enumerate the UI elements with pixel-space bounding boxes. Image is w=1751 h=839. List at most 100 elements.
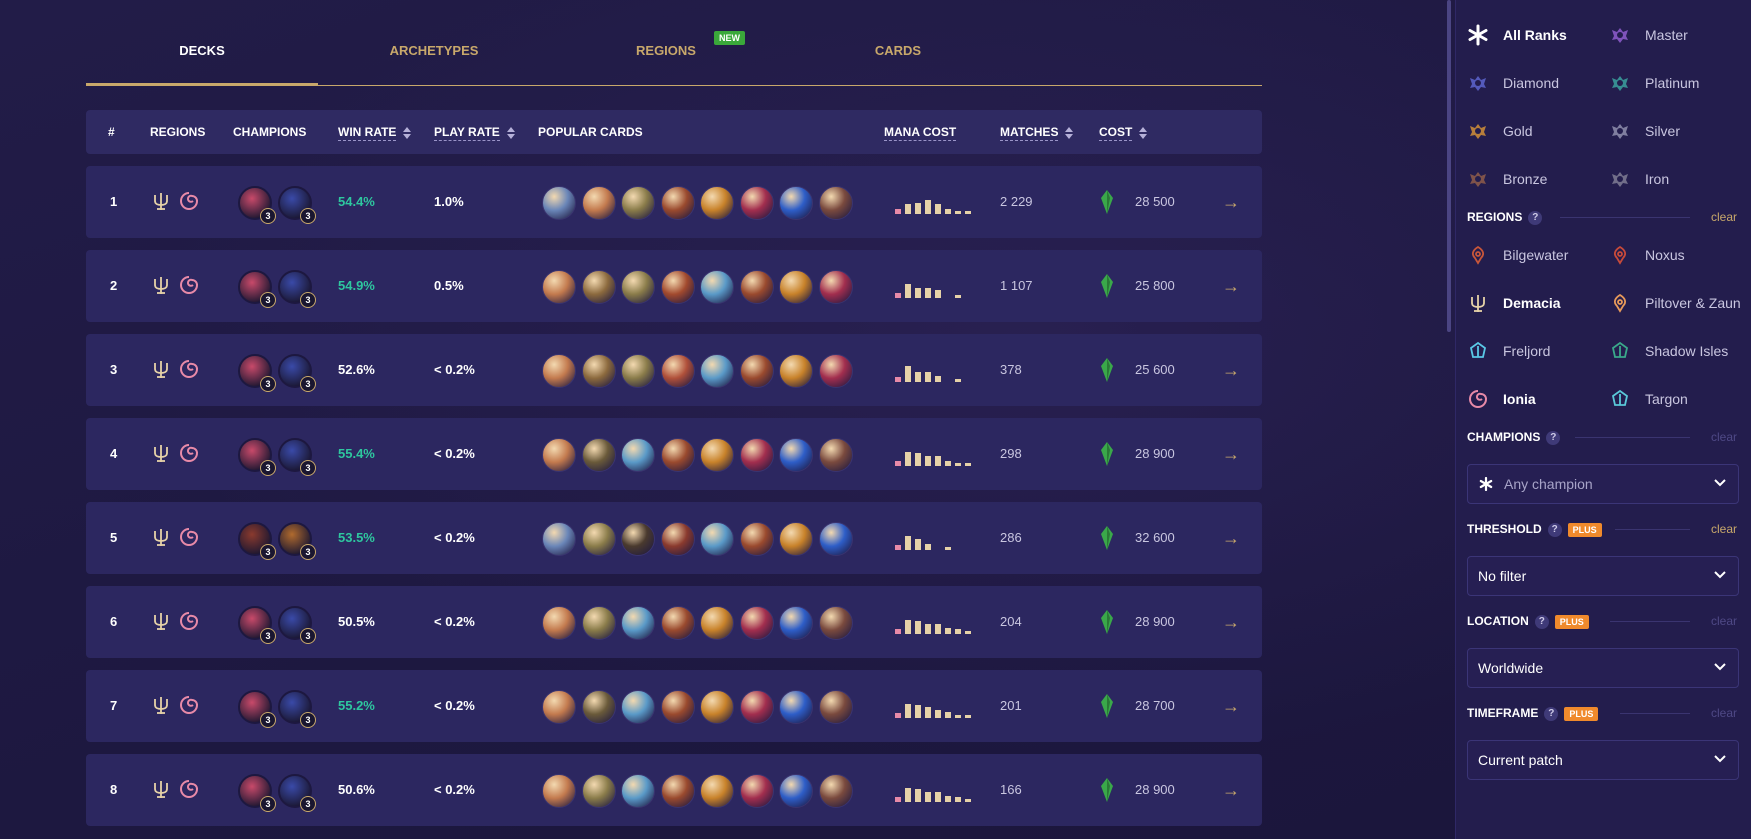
card-thumbnail[interactable] xyxy=(818,354,853,388)
card-thumbnail[interactable] xyxy=(700,186,734,220)
champion-portrait[interactable]: 3 xyxy=(278,270,316,308)
card-thumbnail[interactable] xyxy=(818,690,853,724)
card-thumbnail[interactable] xyxy=(739,522,774,556)
help-icon[interactable]: ? xyxy=(1534,614,1549,629)
tab-decks[interactable]: DECKS xyxy=(86,34,318,86)
champion-portrait[interactable]: 3 xyxy=(278,522,316,560)
champions-clear-link[interactable]: clear xyxy=(1711,427,1737,447)
card-thumbnail[interactable] xyxy=(660,606,695,640)
card-thumbnail[interactable] xyxy=(779,522,813,556)
card-thumbnail[interactable] xyxy=(542,690,576,724)
card-thumbnail[interactable] xyxy=(779,438,813,472)
card-thumbnail[interactable] xyxy=(542,522,576,556)
deck-row[interactable]: 8 3 3 50.6% < 0.2% 166 28 900 → xyxy=(86,754,1262,826)
help-icon[interactable]: ? xyxy=(1544,706,1559,721)
deck-row[interactable]: 1 3 3 54.4% 1.0% 2 229 28 500 → xyxy=(86,166,1262,238)
card-thumbnail[interactable] xyxy=(818,606,853,640)
help-icon[interactable]: ? xyxy=(1546,430,1561,445)
card-thumbnail[interactable] xyxy=(739,354,774,388)
open-deck-arrow-icon[interactable]: → xyxy=(1222,250,1240,322)
threshold-clear-link[interactable]: clear xyxy=(1711,519,1737,539)
card-thumbnail[interactable] xyxy=(581,774,616,808)
champion-portrait[interactable]: 3 xyxy=(278,606,316,644)
card-thumbnail[interactable] xyxy=(581,690,616,724)
col-matches[interactable]: MATCHES xyxy=(1000,110,1074,154)
card-thumbnail[interactable] xyxy=(542,606,576,640)
card-thumbnail[interactable] xyxy=(621,690,655,724)
card-thumbnail[interactable] xyxy=(660,186,695,220)
card-thumbnail[interactable] xyxy=(621,774,655,808)
help-icon[interactable]: ? xyxy=(1547,522,1562,537)
card-thumbnail[interactable] xyxy=(660,270,695,304)
deck-row[interactable]: 7 3 3 55.2% < 0.2% 201 28 700 → xyxy=(86,670,1262,742)
champion-portrait[interactable]: 3 xyxy=(278,774,316,812)
card-thumbnail[interactable] xyxy=(581,270,616,304)
card-thumbnail[interactable] xyxy=(660,690,695,724)
card-thumbnail[interactable] xyxy=(621,186,655,220)
card-thumbnail[interactable] xyxy=(660,522,695,556)
col-play-rate[interactable]: PLAY RATE xyxy=(434,110,515,154)
card-thumbnail[interactable] xyxy=(779,186,813,220)
card-thumbnail[interactable] xyxy=(739,270,774,304)
champion-portrait[interactable]: 3 xyxy=(278,690,316,728)
card-thumbnail[interactable] xyxy=(739,606,774,640)
champion-portrait[interactable]: 3 xyxy=(278,186,316,224)
champion-portrait[interactable]: 3 xyxy=(278,438,316,476)
card-thumbnail[interactable] xyxy=(621,438,655,472)
card-thumbnail[interactable] xyxy=(581,438,616,472)
card-thumbnail[interactable] xyxy=(581,606,616,640)
card-thumbnail[interactable] xyxy=(779,774,813,808)
card-thumbnail[interactable] xyxy=(700,522,734,556)
col-win-rate[interactable]: WIN RATE xyxy=(338,110,412,154)
tab-archetypes[interactable]: ARCHETYPES NEW xyxy=(318,31,745,85)
card-thumbnail[interactable] xyxy=(700,438,734,472)
sidebar-scrollbar[interactable] xyxy=(1447,0,1451,332)
champion-portrait[interactable]: 3 xyxy=(238,354,276,392)
card-thumbnail[interactable] xyxy=(581,522,616,556)
champion-portrait[interactable]: 3 xyxy=(238,690,276,728)
card-thumbnail[interactable] xyxy=(542,354,576,388)
champion-select[interactable]: Any champion xyxy=(1467,464,1739,504)
col-cost[interactable]: COST xyxy=(1099,110,1148,154)
tab-regions[interactable]: REGIONS xyxy=(550,34,782,85)
card-thumbnail[interactable] xyxy=(700,270,734,304)
timeframe-select[interactable]: Current patch xyxy=(1467,740,1739,780)
deck-row[interactable]: 2 3 3 54.9% 0.5% 1 107 25 800 → xyxy=(86,250,1262,322)
open-deck-arrow-icon[interactable]: → xyxy=(1222,502,1240,574)
deck-row[interactable]: 6 3 3 50.5% < 0.2% 204 28 900 → xyxy=(86,586,1262,658)
card-thumbnail[interactable] xyxy=(542,186,576,220)
help-icon[interactable]: ? xyxy=(1528,210,1543,225)
card-thumbnail[interactable] xyxy=(542,774,576,808)
card-thumbnail[interactable] xyxy=(818,774,853,808)
champion-portrait[interactable]: 3 xyxy=(238,270,276,308)
open-deck-arrow-icon[interactable]: → xyxy=(1222,586,1240,658)
card-thumbnail[interactable] xyxy=(700,606,734,640)
card-thumbnail[interactable] xyxy=(818,186,853,220)
card-thumbnail[interactable] xyxy=(818,270,853,304)
card-thumbnail[interactable] xyxy=(779,270,813,304)
card-thumbnail[interactable] xyxy=(621,522,655,556)
card-thumbnail[interactable] xyxy=(818,522,853,556)
deck-row[interactable]: 5 3 3 53.5% < 0.2% 286 32 600 → xyxy=(86,502,1262,574)
champion-portrait[interactable]: 3 xyxy=(278,354,316,392)
champion-portrait[interactable]: 3 xyxy=(238,438,276,476)
location-clear-link[interactable]: clear xyxy=(1711,611,1737,631)
card-thumbnail[interactable] xyxy=(779,354,813,388)
card-thumbnail[interactable] xyxy=(818,438,853,472)
card-thumbnail[interactable] xyxy=(660,354,695,388)
deck-row[interactable]: 4 3 3 55.4% < 0.2% 298 28 900 → xyxy=(86,418,1262,490)
card-thumbnail[interactable] xyxy=(700,690,734,724)
champion-portrait[interactable]: 3 xyxy=(238,606,276,644)
card-thumbnail[interactable] xyxy=(581,186,616,220)
card-thumbnail[interactable] xyxy=(621,270,655,304)
card-thumbnail[interactable] xyxy=(621,354,655,388)
champion-portrait[interactable]: 3 xyxy=(238,774,276,812)
regions-clear-link[interactable]: clear xyxy=(1711,207,1737,227)
location-select[interactable]: Worldwide xyxy=(1467,648,1739,688)
open-deck-arrow-icon[interactable]: → xyxy=(1222,670,1240,742)
card-thumbnail[interactable] xyxy=(739,186,774,220)
open-deck-arrow-icon[interactable]: → xyxy=(1222,418,1240,490)
card-thumbnail[interactable] xyxy=(660,438,695,472)
open-deck-arrow-icon[interactable]: → xyxy=(1222,166,1240,238)
card-thumbnail[interactable] xyxy=(739,774,774,808)
